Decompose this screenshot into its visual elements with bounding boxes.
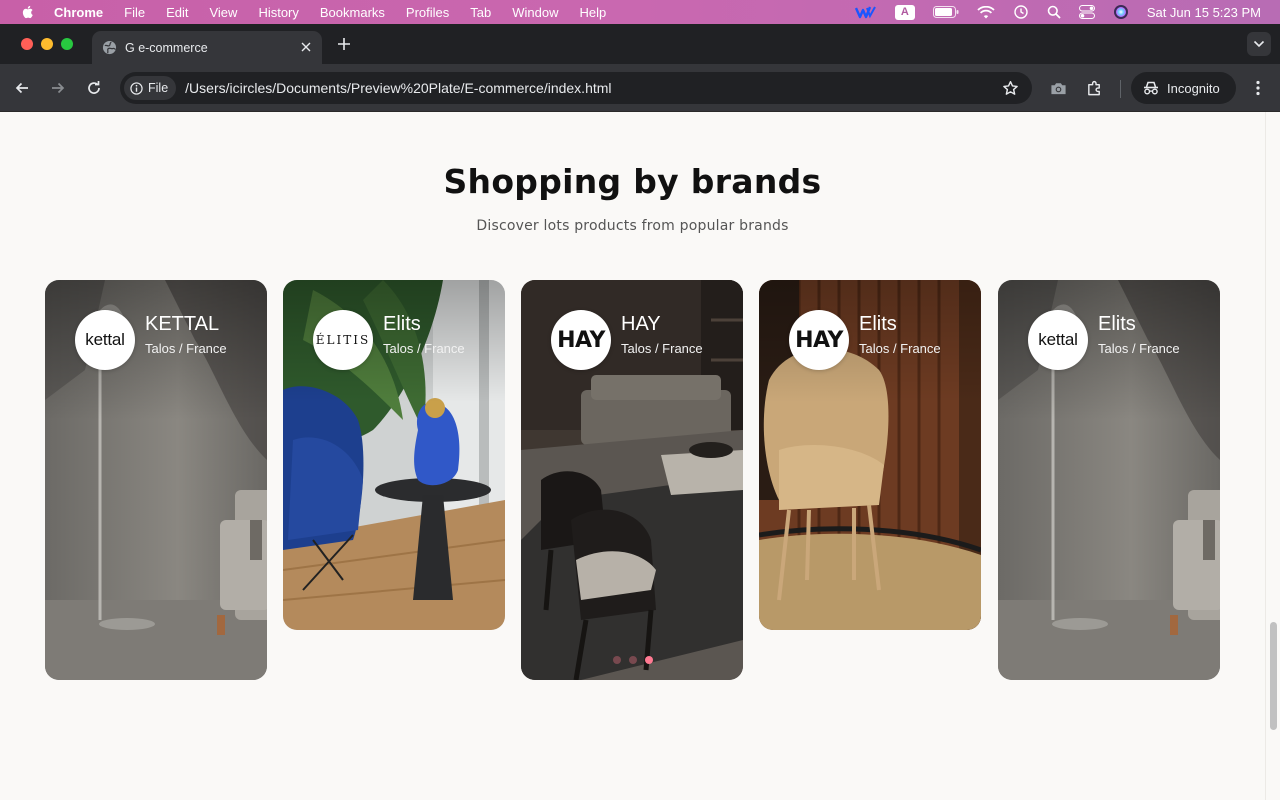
carousel-dots (613, 656, 653, 664)
toolbar-divider (1120, 80, 1121, 98)
browser-tab-strip: G e-commerce (0, 24, 1280, 64)
brand-logo-kettal: kettal (1028, 310, 1088, 370)
carousel-dot-2[interactable] (629, 656, 637, 664)
tab-title: G e-commerce (125, 40, 208, 55)
incognito-icon (1142, 81, 1160, 95)
menu-bookmarks[interactable]: Bookmarks (320, 5, 385, 20)
page-viewport: Shopping by brands Discover lots product… (0, 112, 1280, 800)
macos-menu-bar: Chrome File Edit View History Bookmarks … (0, 0, 1280, 24)
site-info-chip[interactable]: File (124, 76, 177, 100)
carousel-dot-1[interactable] (613, 656, 621, 664)
brand-card-hay-2[interactable]: HAY Elits Talos / France (759, 280, 981, 630)
brand-location: Talos / France (145, 341, 227, 356)
brand-location: Talos / France (859, 341, 941, 356)
reload-icon[interactable] (82, 76, 106, 100)
incognito-label: Incognito (1167, 80, 1220, 96)
bookmark-star-icon[interactable] (1000, 78, 1020, 98)
more-menu-icon[interactable] (1246, 76, 1270, 100)
window-zoom-button[interactable] (61, 38, 73, 50)
brand-logo-kettal: kettal (75, 310, 135, 370)
menu-file[interactable]: File (124, 5, 145, 20)
close-tab-icon[interactable] (298, 39, 314, 55)
brand-card-kettal[interactable]: kettal KETTAL Talos / France (45, 280, 267, 680)
brand-location: Talos / France (621, 341, 703, 356)
section-subtitle: Discover lots products from popular bran… (476, 218, 789, 234)
brand-logo-hay: HAY (789, 310, 849, 370)
browser-tab-active[interactable]: G e-commerce (92, 31, 322, 64)
menu-window[interactable]: Window (512, 5, 558, 20)
page-scrollbar[interactable] (1265, 112, 1280, 800)
back-arrow-icon[interactable] (10, 76, 34, 100)
new-tab-plus-icon[interactable] (335, 35, 353, 53)
extensions-puzzle-icon[interactable] (1082, 76, 1106, 100)
menu-tab[interactable]: Tab (470, 5, 491, 20)
brand-logo-hay: HAY (551, 310, 611, 370)
brand-location: Talos / France (1098, 341, 1180, 356)
screenshot-camera-icon[interactable] (1046, 76, 1070, 100)
menu-view[interactable]: View (209, 5, 237, 20)
keyboard-input-icon[interactable]: A (894, 4, 915, 20)
spotlight-search-icon[interactable] (1047, 5, 1061, 19)
menu-history[interactable]: History (258, 5, 298, 20)
brand-card-hay[interactable]: HAY HAY Talos / France (521, 280, 743, 680)
globe-icon (102, 40, 117, 55)
menu-help[interactable]: Help (580, 5, 607, 20)
menu-edit[interactable]: Edit (166, 5, 188, 20)
incognito-profile-button[interactable]: Incognito (1131, 72, 1236, 104)
apple-logo-icon[interactable] (20, 4, 36, 20)
window-minimize-button[interactable] (41, 38, 53, 50)
brand-location: Talos / France (383, 341, 465, 356)
brand-name: Elits (859, 313, 897, 335)
url-text[interactable]: /Users/icircles/Documents/Preview%20Plat… (185, 80, 611, 96)
brand-name: Elits (383, 313, 421, 335)
scrollbar-thumb[interactable] (1270, 622, 1277, 730)
brand-logo-elitis: ÉLITIS (313, 310, 373, 370)
wifi-icon[interactable] (977, 5, 995, 19)
brand-name: HAY (621, 313, 661, 335)
info-icon (130, 81, 143, 95)
brand-name: Elits (1098, 313, 1136, 335)
time-machine-icon[interactable] (1013, 4, 1029, 20)
window-close-button[interactable] (21, 38, 33, 50)
tab-search-chevron-icon[interactable] (1247, 32, 1271, 56)
brand-name: KETTAL (145, 313, 220, 335)
menu-clock[interactable]: Sat Jun 15 5:23 PM (1147, 5, 1261, 20)
brand-card-elitis[interactable]: ÉLITIS Elits Talos / France (283, 280, 505, 630)
browser-toolbar: File /Users/icircles/Documents/Preview%2… (0, 64, 1280, 112)
forward-arrow-icon[interactable] (46, 76, 70, 100)
wave-app-icon[interactable] (854, 5, 877, 19)
menu-profiles[interactable]: Profiles (406, 5, 449, 20)
control-center-icon[interactable] (1078, 5, 1095, 19)
address-bar[interactable]: File /Users/icircles/Documents/Preview%2… (120, 72, 1032, 104)
brand-card-kettal-2[interactable]: kettal Elits Talos / France (998, 280, 1220, 680)
carousel-dot-3-active[interactable] (645, 656, 653, 664)
battery-icon[interactable] (932, 6, 959, 18)
site-info-label: File (148, 81, 169, 95)
section-title: Shopping by brands (443, 162, 822, 201)
siri-icon[interactable] (1113, 4, 1129, 20)
menu-app-name[interactable]: Chrome (54, 5, 103, 20)
